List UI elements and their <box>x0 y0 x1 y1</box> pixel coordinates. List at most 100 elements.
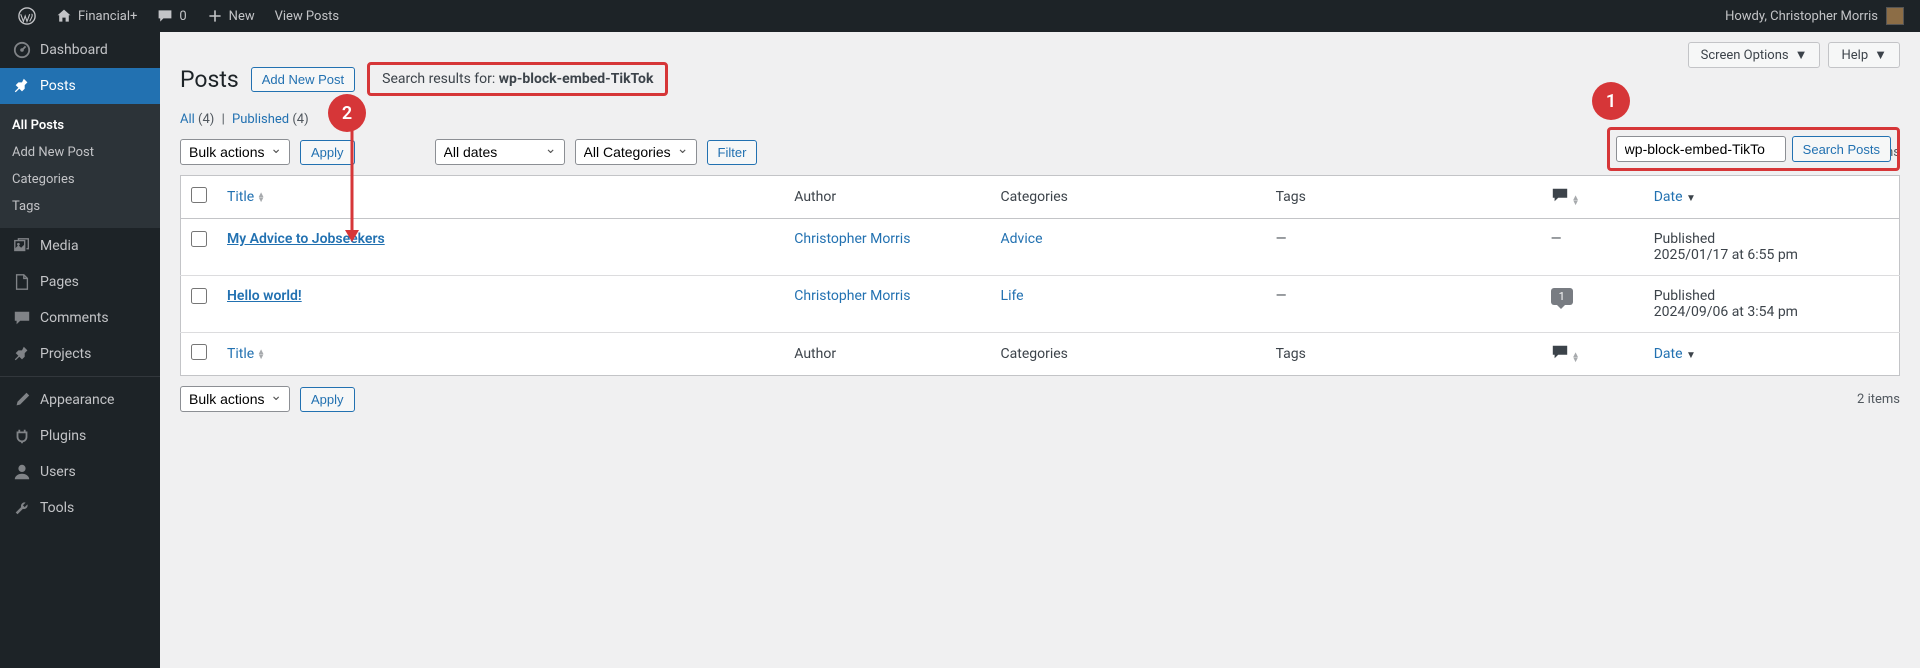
date-filter-select[interactable]: All dates <box>435 139 565 165</box>
filter-all[interactable]: All <box>180 112 195 127</box>
sort-icon: ▲▼ <box>257 349 265 359</box>
category-link[interactable]: Advice <box>1001 231 1043 247</box>
posts-table: Title▲▼ Author Categories Tags ▲▼ Date ▼… <box>180 175 1900 376</box>
howdy-text: Howdy, Christopher Morris <box>1725 9 1878 24</box>
content-area: Screen Options ▼ Help ▼ Posts Add New Po… <box>160 32 1920 668</box>
table-row: My Advice to Jobseekers Christopher Morr… <box>181 219 1900 276</box>
sort-desc-icon: ▼ <box>1686 350 1696 361</box>
plug-icon <box>12 426 32 446</box>
submenu-tags[interactable]: Tags <box>0 193 160 220</box>
filter-button[interactable]: Filter <box>707 140 758 165</box>
author-link[interactable]: Christopher Morris <box>794 288 910 304</box>
help-button[interactable]: Help ▼ <box>1828 42 1900 68</box>
menu-posts[interactable]: Posts <box>0 68 160 104</box>
comment-column-icon <box>1551 343 1569 361</box>
page-title: Posts <box>180 66 239 93</box>
comment-column-icon <box>1551 186 1569 204</box>
row-checkbox[interactable] <box>191 231 207 247</box>
select-all-checkbox-top[interactable] <box>191 187 207 203</box>
admin-bar: Financial+ 0 New View Posts Howdy, Chris… <box>0 0 1920 32</box>
menu-separator <box>0 372 160 377</box>
no-comments: — <box>1551 231 1562 247</box>
menu-users[interactable]: Users <box>0 454 160 490</box>
column-tags-foot: Tags <box>1266 333 1541 376</box>
submenu-categories[interactable]: Categories <box>0 166 160 193</box>
account-link[interactable]: Howdy, Christopher Morris <box>1725 7 1912 25</box>
column-title-foot[interactable]: Title <box>227 346 254 362</box>
bulk-actions-select-bottom[interactable]: Bulk actions <box>180 386 290 412</box>
category-link[interactable]: Life <box>1001 288 1024 304</box>
media-icon <box>12 236 32 256</box>
comments-link[interactable]: 0 <box>147 0 196 32</box>
wrench-icon <box>12 498 32 518</box>
dashboard-icon <box>12 40 32 60</box>
annotation-arrow <box>345 130 365 245</box>
annotation-circle-2: 2 <box>328 94 366 132</box>
menu-plugins[interactable]: Plugins <box>0 418 160 454</box>
comments-count: 0 <box>179 9 186 24</box>
comment-icon <box>12 308 32 328</box>
column-date[interactable]: Date <box>1654 189 1683 205</box>
comment-count-badge[interactable]: 1 <box>1551 288 1573 305</box>
column-title[interactable]: Title <box>227 189 254 205</box>
column-author-foot: Author <box>784 333 990 376</box>
add-new-post-button[interactable]: Add New Post <box>251 67 355 92</box>
bulk-actions-select[interactable]: Bulk actions <box>180 139 290 165</box>
new-label: New <box>229 9 255 24</box>
annotation-circle-1: 1 <box>1592 82 1630 120</box>
menu-comments[interactable]: Comments <box>0 300 160 336</box>
table-row: Hello world! Christopher Morris Life — 1… <box>181 276 1900 333</box>
post-title-link[interactable]: Hello world! <box>227 288 302 304</box>
admin-sidebar: Dashboard Posts All Posts Add New Post C… <box>0 32 160 668</box>
comment-icon <box>157 8 173 24</box>
tags-cell: — <box>1266 276 1541 333</box>
wordpress-icon <box>18 7 36 25</box>
pin-icon <box>12 344 32 364</box>
avatar <box>1886 7 1904 25</box>
sort-desc-icon: ▼ <box>1686 193 1696 204</box>
column-categories: Categories <box>991 176 1266 219</box>
search-input[interactable] <box>1616 136 1786 162</box>
wp-logo[interactable] <box>8 0 46 32</box>
plus-icon <box>207 8 223 24</box>
status-filters: All (4) | Published (4) <box>180 112 1900 127</box>
menu-appearance[interactable]: Appearance <box>0 382 160 418</box>
date-cell: Published2025/01/17 at 6:55 pm <box>1644 219 1900 276</box>
select-all-checkbox-bottom[interactable] <box>191 344 207 360</box>
menu-tools[interactable]: Tools <box>0 490 160 526</box>
submenu-posts: All Posts Add New Post Categories Tags <box>0 104 160 228</box>
chevron-down-icon: ▼ <box>1795 47 1808 63</box>
screen-options-button[interactable]: Screen Options ▼ <box>1688 42 1821 68</box>
menu-media[interactable]: Media <box>0 228 160 264</box>
column-date-foot[interactable]: Date <box>1654 346 1683 362</box>
menu-projects[interactable]: Projects <box>0 336 160 372</box>
column-author: Author <box>784 176 990 219</box>
author-link[interactable]: Christopher Morris <box>794 231 910 247</box>
menu-pages[interactable]: Pages <box>0 264 160 300</box>
row-checkbox[interactable] <box>191 288 207 304</box>
submenu-all-posts[interactable]: All Posts <box>0 112 160 139</box>
user-icon <box>12 462 32 482</box>
page-icon <box>12 272 32 292</box>
site-link[interactable]: Financial+ <box>46 0 147 32</box>
menu-dashboard[interactable]: Dashboard <box>0 32 160 68</box>
search-posts-button[interactable]: Search Posts <box>1792 136 1891 162</box>
new-link[interactable]: New <box>197 0 265 32</box>
column-categories-foot: Categories <box>991 333 1266 376</box>
column-tags: Tags <box>1266 176 1541 219</box>
apply-button-bottom[interactable]: Apply <box>300 387 355 412</box>
search-box: Search Posts <box>1607 127 1900 171</box>
site-name: Financial+ <box>78 9 137 24</box>
date-cell: Published2024/09/06 at 3:54 pm <box>1644 276 1900 333</box>
filter-published[interactable]: Published <box>232 112 289 127</box>
pin-icon <box>12 76 32 96</box>
items-count-bottom: 2 items <box>1857 392 1900 407</box>
submenu-add-new[interactable]: Add New Post <box>0 139 160 166</box>
sort-icon: ▲▼ <box>257 192 265 202</box>
search-results-label: Search results for: wp-block-embed-TikTo… <box>367 62 668 96</box>
tags-cell: — <box>1266 219 1541 276</box>
brush-icon <box>12 390 32 410</box>
view-posts-link[interactable]: View Posts <box>265 0 350 32</box>
category-filter-select[interactable]: All Categories <box>575 139 697 165</box>
sort-icon: ▲▼ <box>1572 352 1580 362</box>
